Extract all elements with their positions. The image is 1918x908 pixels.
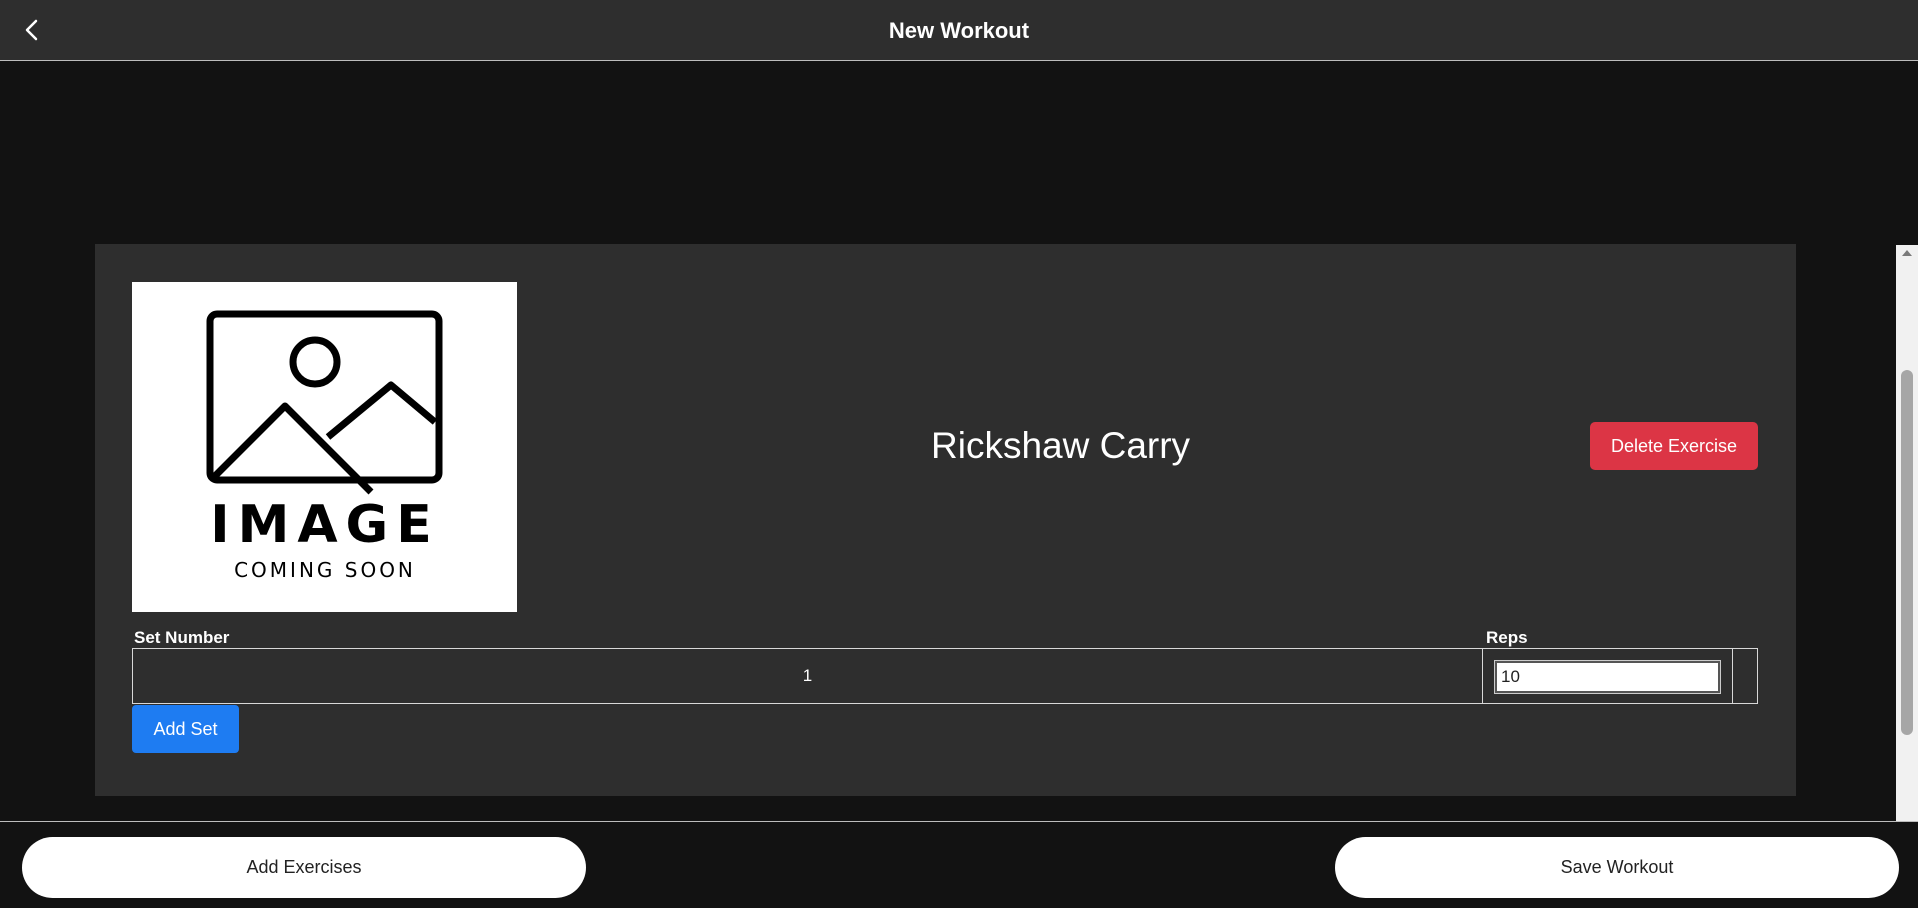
scroll-thumb[interactable] — [1901, 370, 1913, 735]
app-header: New Workout — [0, 0, 1918, 61]
reps-input[interactable] — [1494, 660, 1721, 694]
image-text-sub: COMING SOON — [234, 558, 416, 582]
save-workout-button[interactable]: Save Workout — [1335, 837, 1899, 898]
scrollbar[interactable] — [1896, 245, 1918, 821]
footer-bar: Add Exercises Save Workout — [0, 821, 1918, 908]
table-row: 1 — [132, 648, 1758, 704]
set-number-cell: 1 — [133, 649, 1483, 703]
exercise-image: IMAGE COMING SOON — [132, 282, 517, 612]
exercise-card: IMAGE COMING SOON Rickshaw Carry Delete … — [95, 244, 1796, 796]
scroll-up-icon[interactable] — [1902, 250, 1912, 256]
reps-cell — [1483, 649, 1733, 703]
delete-exercise-button[interactable]: Delete Exercise — [1590, 422, 1758, 470]
reps-header: Reps — [1486, 628, 1528, 647]
set-number-header: Set Number — [134, 628, 230, 647]
image-text-main: IMAGE — [210, 495, 440, 555]
add-exercises-button[interactable]: Add Exercises — [22, 837, 586, 898]
add-set-button[interactable]: Add Set — [132, 705, 239, 753]
page-title: New Workout — [888, 18, 1030, 43]
image-placeholder-icon: IMAGE COMING SOON — [206, 310, 443, 582]
exercise-name: Rickshaw Carry — [931, 425, 1191, 466]
main-content: IMAGE COMING SOON Rickshaw Carry Delete … — [0, 62, 1918, 821]
